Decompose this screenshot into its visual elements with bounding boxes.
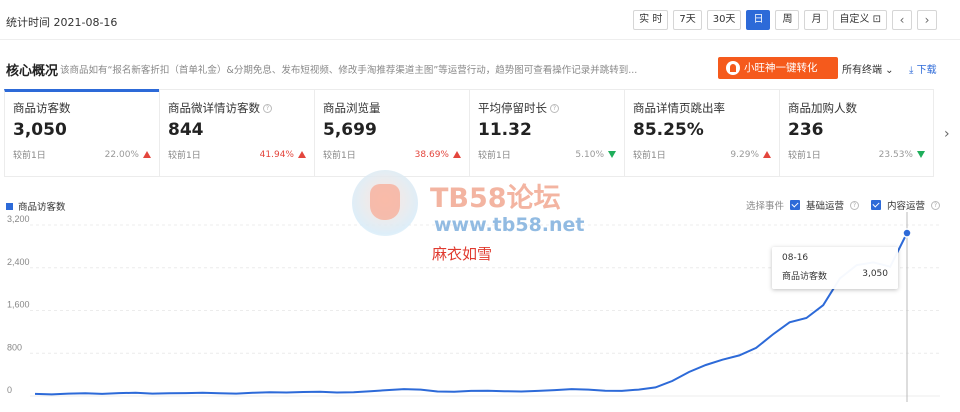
cards-next-arrow[interactable]: › <box>944 126 950 142</box>
y-tick-label: 800 <box>7 342 22 352</box>
chart-legend: 商品访客数 <box>6 199 66 213</box>
trend-up-icon <box>763 151 771 158</box>
download-link[interactable]: ⤓ 下载 <box>909 61 937 76</box>
metric-change: 23.53% <box>878 149 913 160</box>
metric-change: 22.00% <box>104 149 139 160</box>
metric-compare-label: 较前1日 <box>323 151 356 161</box>
metric-label: 商品浏览量 <box>323 101 381 115</box>
period-realtime-button[interactable]: 实 时 <box>633 10 669 30</box>
events-label: 选择事件 <box>745 201 784 212</box>
metric-value: 5,699 <box>323 120 377 140</box>
y-tick-label: 1,600 <box>7 300 30 310</box>
metric-compare-label: 较前1日 <box>478 151 511 161</box>
metric-card-pageviews[interactable]: 商品浏览量 5,699 较前1日 38.69% <box>314 89 469 177</box>
metric-compare-label: 较前1日 <box>168 151 201 161</box>
help-icon[interactable]: ? <box>931 200 940 210</box>
help-icon[interactable]: ? <box>849 200 859 210</box>
trend-up-icon <box>298 151 306 158</box>
basic-ops-label: 基础运营 <box>805 201 844 212</box>
y-tick-label: 0 <box>7 385 12 395</box>
period-7d-button[interactable]: 7天 <box>673 10 702 30</box>
watermark-logo <box>352 170 418 236</box>
metric-card-avg-duration[interactable]: 平均停留时长? 11.32 较前1日 5.10% <box>469 89 624 177</box>
trend-up-icon <box>143 151 151 158</box>
one-click-convert-button[interactable]: 小旺神一键转化 <box>718 57 838 79</box>
section-description: 该商品如有“报名新客折扣（首单礼金）&分期免息、发布短视频、修改手淘推荐渠道主图… <box>60 65 638 76</box>
event-selector: 选择事件 基础运营 ? 内容运营 ? <box>746 198 940 212</box>
y-tick-label: 3,200 <box>7 214 30 224</box>
metric-compare-label: 较前1日 <box>788 151 821 161</box>
metric-change: 38.69% <box>414 149 449 160</box>
metric-value: 11.32 <box>478 120 532 140</box>
metric-card-visitors[interactable]: 商品访客数 3,050 较前1日 22.00% <box>4 89 159 177</box>
hover-point <box>902 228 912 238</box>
metric-value: 3,050 <box>13 120 67 140</box>
terminal-select[interactable]: 所有终端 ⌄ <box>842 61 894 76</box>
metric-change: 5.10% <box>575 149 604 160</box>
period-week-button[interactable]: 周 <box>775 10 800 30</box>
mascot-icon <box>726 61 740 75</box>
prev-date-button[interactable]: ‹ <box>892 10 912 30</box>
watermark-url: www.tb58.net <box>434 214 585 236</box>
next-date-button[interactable]: › <box>917 10 937 30</box>
metric-value: 844 <box>168 120 204 140</box>
watermark-name: 麻衣如雪 <box>432 245 493 263</box>
metric-change: 41.94% <box>259 149 294 160</box>
metric-label: 商品微详情访客数 <box>168 101 260 115</box>
content-ops-checkbox[interactable] <box>870 200 881 210</box>
basic-ops-checkbox[interactable] <box>789 200 800 210</box>
watermark-title: TB58论坛 <box>430 183 561 214</box>
metric-card-bounce-rate[interactable]: 商品详情页跳出率 85.25% 较前1日 9.29% <box>624 89 779 177</box>
top-bar: 统计时间 2021-08-16 实 时 7天 30天 日 周 月 自定义 ⊡ ‹… <box>0 0 960 40</box>
section-title: 核心概况 <box>6 64 59 79</box>
trend-up-icon <box>453 151 461 158</box>
tooltip-date: 08-16 <box>782 253 809 263</box>
visitors-line-chart[interactable]: 3,200 2,400 1,600 800 0 <box>0 212 960 412</box>
period-switcher: 实 时 7天 30天 日 周 月 自定义 ⊡ ‹ › <box>633 10 937 30</box>
metric-compare-label: 较前1日 <box>13 151 46 161</box>
metric-label: 商品详情页跳出率 <box>633 101 725 115</box>
stat-time: 统计时间 2021-08-16 <box>6 16 118 29</box>
tooltip-series: 商品访客数 <box>782 272 828 282</box>
metric-label: 商品访客数 <box>13 101 71 115</box>
chart-tooltip: 08-16 商品访客数 3,050 <box>772 247 898 289</box>
legend-swatch <box>6 202 13 210</box>
period-30d-button[interactable]: 30天 <box>706 10 742 30</box>
core-overview-header: 核心概况 该商品如有“报名新客折扣（首单礼金）&分期免息、发布短视频、修改手淘推… <box>0 52 960 84</box>
metric-compare-label: 较前1日 <box>633 151 666 161</box>
trend-down-icon <box>917 151 925 158</box>
legend-series-name: 商品访客数 <box>18 202 66 213</box>
metric-label: 商品加购人数 <box>788 101 857 115</box>
tooltip-value: 3,050 <box>862 269 888 279</box>
trend-down-icon <box>608 151 616 158</box>
period-month-button[interactable]: 月 <box>804 10 829 30</box>
hand-icon <box>370 184 400 220</box>
content-ops-label: 内容运营 <box>886 201 925 212</box>
metric-card-micro-detail-visitors[interactable]: 商品微详情访客数? 844 较前1日 41.94% <box>159 89 314 177</box>
convert-button-label: 小旺神一键转化 <box>744 62 818 74</box>
period-custom-button[interactable]: 自定义 ⊡ <box>833 10 887 30</box>
metric-cards: 商品访客数 3,050 较前1日 22.00% 商品微详情访客数? 844 较前… <box>4 89 940 177</box>
y-tick-label: 2,400 <box>7 257 30 267</box>
metric-label: 平均停留时长 <box>478 101 547 115</box>
help-icon[interactable]: ? <box>550 103 559 113</box>
metric-value: 236 <box>788 120 824 140</box>
metric-value: 85.25% <box>633 120 704 140</box>
help-icon[interactable]: ? <box>263 103 272 113</box>
period-day-button[interactable]: 日 <box>746 10 771 30</box>
metric-card-add-to-cart[interactable]: 商品加购人数 236 较前1日 23.53% <box>779 89 934 177</box>
metric-change: 9.29% <box>730 149 759 160</box>
